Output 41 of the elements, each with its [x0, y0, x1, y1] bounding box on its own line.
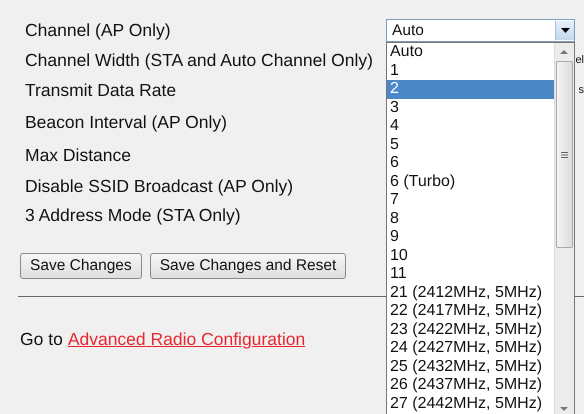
dropdown-button[interactable]: [555, 21, 574, 40]
scroll-up-icon: [560, 50, 568, 54]
dropdown-option[interactable]: 22 (2417MHz, 5MHz): [387, 302, 554, 320]
dropdown-option[interactable]: 2: [387, 80, 554, 98]
field-value: el: [575, 54, 584, 66]
field-label: Transmit Data Rate: [25, 80, 176, 100]
save-button[interactable]: Save Changes and Reset: [150, 253, 346, 279]
dropdown-option[interactable]: 6 (Turbo): [387, 172, 554, 191]
channel-select[interactable]: Auto: [386, 19, 575, 42]
footer-text: Go to: [20, 329, 63, 350]
dropdown-option[interactable]: 3: [387, 98, 554, 117]
field-value: s: [578, 84, 584, 96]
field-label: Channel (AP Only): [25, 20, 171, 40]
scroll-thumb[interactable]: [556, 61, 573, 248]
dropdown-option[interactable]: 24 (2427MHz, 5MHz): [387, 339, 554, 358]
field-label: Beacon Interval (AP Only): [25, 112, 227, 132]
advanced-radio-link[interactable]: Advanced Radio Configuration: [68, 329, 306, 350]
dropdown-option[interactable]: 8: [387, 210, 554, 228]
dropdown-option[interactable]: 9: [387, 228, 554, 246]
field-label: Disable SSID Broadcast (AP Only): [25, 176, 294, 196]
field-label: Channel Width (STA and Auto Channel Only): [25, 50, 373, 70]
dropdown-option[interactable]: 7: [387, 191, 554, 210]
field-label: 3 Address Mode (STA Only): [25, 204, 241, 226]
grip-icon: [561, 152, 568, 158]
dropdown-option[interactable]: 10: [387, 246, 554, 265]
dropdown-option[interactable]: 11: [387, 265, 554, 284]
scrollbar[interactable]: [554, 43, 574, 414]
dropdown-option[interactable]: 5: [387, 136, 554, 154]
dropdown-option[interactable]: 4: [387, 117, 554, 136]
dropdown-option[interactable]: 6: [387, 154, 554, 172]
dropdown-option[interactable]: 26 (2437MHz, 5MHz): [387, 376, 554, 394]
dropdown-option[interactable]: Auto: [387, 43, 554, 62]
caret-icon: [560, 28, 570, 33]
dropdown-option[interactable]: 21 (2412MHz, 5MHz): [387, 284, 554, 302]
dropdown-option[interactable]: 23 (2422MHz, 5MHz): [387, 320, 554, 339]
field-label: Max Distance: [25, 144, 132, 166]
dropdown-option[interactable]: 1: [387, 62, 554, 80]
scroll-down-icon: [560, 407, 568, 411]
dropdown-option[interactable]: 25 (2432MHz, 5MHz): [387, 358, 554, 376]
save-button[interactable]: Save Changes: [20, 253, 142, 279]
dropdown-option[interactable]: 27 (2442MHz, 5MHz): [387, 394, 554, 413]
